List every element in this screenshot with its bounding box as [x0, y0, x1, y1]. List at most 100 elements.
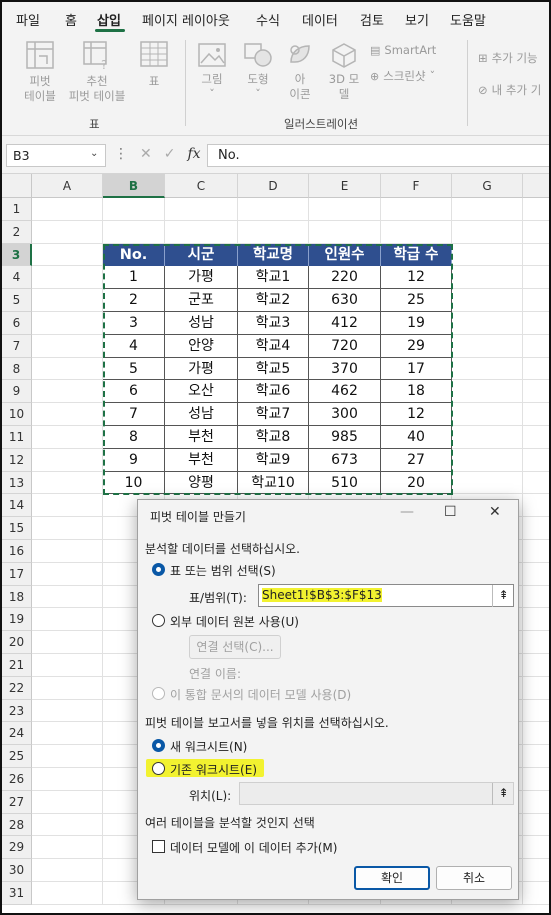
- radio-data-model[interactable]: [152, 687, 165, 700]
- icons-button[interactable]: 아 이콘: [284, 42, 316, 102]
- collapse-range-icon[interactable]: ⇞: [492, 585, 514, 607]
- grid-cell[interactable]: [32, 608, 103, 632]
- my-addins-button[interactable]: ⊘ 내 추가 기: [478, 82, 541, 98]
- row-header[interactable]: 6: [2, 312, 32, 335]
- row-header[interactable]: 8: [2, 357, 32, 381]
- grid-cell[interactable]: [452, 220, 523, 244]
- grid-cell[interactable]: [381, 220, 452, 244]
- menu-page-layout[interactable]: 페이지 레이아웃: [142, 10, 230, 29]
- cancel-icon[interactable]: ✕: [140, 146, 152, 162]
- maximize-icon[interactable]: ☐: [444, 504, 457, 520]
- cancel-button[interactable]: 취소: [436, 866, 512, 890]
- grid-cell[interactable]: [309, 220, 381, 244]
- function-icon[interactable]: fx: [187, 146, 200, 162]
- grid-cell[interactable]: [452, 426, 523, 449]
- grid-cell[interactable]: [452, 380, 523, 404]
- menu-review[interactable]: 검토: [360, 10, 384, 29]
- grid-cell[interactable]: [32, 403, 103, 426]
- grid-cell[interactable]: [103, 220, 165, 244]
- menu-data[interactable]: 데이터: [302, 10, 338, 29]
- grid-cell[interactable]: [523, 221, 549, 244]
- checkbox-add-data-model-label[interactable]: 데이터 모델에 이 데이터 추가(M): [170, 839, 337, 856]
- grid-cell[interactable]: [32, 540, 103, 563]
- picture-button[interactable]: 그림 ˇ: [194, 42, 230, 102]
- row-header[interactable]: 29: [2, 836, 32, 860]
- grid-cell[interactable]: [165, 220, 238, 244]
- radio-new-worksheet-label[interactable]: 새 워크시트(N): [170, 738, 247, 755]
- grid-cell[interactable]: [452, 334, 523, 358]
- row-header[interactable]: 21: [2, 654, 32, 677]
- recommended-pivot-button[interactable]: ? 추천 피벗 테이블: [62, 40, 132, 104]
- grid-cell[interactable]: [452, 289, 523, 312]
- grid-cell[interactable]: [309, 198, 381, 221]
- pivot-table-button[interactable]: 피벗 테이블: [20, 40, 60, 104]
- grid-cell[interactable]: [32, 631, 103, 654]
- grid-cell[interactable]: [452, 312, 523, 335]
- checkbox-add-data-model[interactable]: [152, 840, 165, 853]
- menu-home[interactable]: 홈: [65, 10, 77, 29]
- radio-data-model-label[interactable]: 이 통합 문서의 데이터 모델 사용(D): [170, 686, 351, 703]
- grid-cell[interactable]: [165, 198, 238, 221]
- grid-cell[interactable]: [32, 334, 103, 358]
- row-header[interactable]: 23: [2, 699, 32, 723]
- grid-cell[interactable]: [32, 266, 103, 290]
- grid-cell[interactable]: [523, 494, 549, 518]
- radio-new-worksheet[interactable]: [152, 739, 165, 752]
- grid-cell[interactable]: [523, 859, 549, 882]
- smartart-button[interactable]: ▤ SmartArt: [370, 43, 436, 57]
- close-icon[interactable]: ✕: [489, 504, 501, 520]
- row-header[interactable]: 31: [2, 882, 32, 905]
- radio-table-range-label[interactable]: 표 또는 범위 선택(S): [170, 562, 276, 579]
- grid-cell[interactable]: [452, 243, 523, 267]
- grid-cell[interactable]: [523, 791, 549, 814]
- screenshot-button[interactable]: ⊕ 스크린샷 ˇ: [370, 68, 435, 84]
- grid-cell[interactable]: [32, 220, 103, 244]
- column-header[interactable]: B: [103, 174, 165, 198]
- grid-cell[interactable]: [523, 768, 549, 791]
- grid-cell[interactable]: [523, 586, 549, 609]
- grid-cell[interactable]: [523, 563, 549, 586]
- grid-cell[interactable]: [452, 357, 523, 381]
- grid-cell[interactable]: [523, 882, 549, 905]
- row-header[interactable]: 14: [2, 494, 32, 518]
- grid-cell[interactable]: [523, 608, 549, 632]
- radio-existing-worksheet-label[interactable]: 기존 워크시트(E): [170, 761, 257, 778]
- grid-cell[interactable]: [32, 676, 103, 700]
- grid-cell[interactable]: [32, 745, 103, 768]
- grid-cell[interactable]: [523, 426, 549, 449]
- grid-cell[interactable]: [452, 448, 523, 472]
- menu-help[interactable]: 도움말: [450, 10, 486, 29]
- row-header[interactable]: 5: [2, 289, 32, 312]
- grid-cell[interactable]: [381, 198, 452, 221]
- grid-cell[interactable]: [523, 517, 549, 540]
- grid-cell[interactable]: [523, 244, 549, 267]
- chevron-down-icon[interactable]: ⌄: [90, 148, 98, 159]
- row-header[interactable]: 16: [2, 540, 32, 563]
- grid-cell[interactable]: [32, 813, 103, 837]
- grid-cell[interactable]: [32, 198, 103, 221]
- grid-cell[interactable]: [32, 471, 103, 495]
- grid-cell[interactable]: [32, 654, 103, 677]
- grid-cell[interactable]: [452, 266, 523, 290]
- grid-cell[interactable]: [523, 266, 549, 290]
- grid-cell[interactable]: [238, 220, 309, 244]
- column-header[interactable]: C: [165, 174, 238, 198]
- location-input[interactable]: [239, 782, 514, 805]
- row-header[interactable]: 26: [2, 768, 32, 791]
- grid-cell[interactable]: [32, 699, 103, 723]
- grid-cell[interactable]: [32, 722, 103, 746]
- grid-cell[interactable]: [452, 471, 523, 495]
- grid-cell[interactable]: [523, 814, 549, 837]
- grid-cell[interactable]: [523, 403, 549, 426]
- row-header[interactable]: 10: [2, 403, 32, 426]
- enter-icon[interactable]: ✓: [164, 146, 176, 162]
- grid-cell[interactable]: [32, 768, 103, 791]
- row-header[interactable]: 27: [2, 790, 32, 814]
- grid-cell[interactable]: [523, 631, 549, 654]
- shapes-button[interactable]: 도형 ˇ: [240, 42, 276, 102]
- row-header[interactable]: 12: [2, 448, 32, 472]
- grid-cell[interactable]: [32, 859, 103, 882]
- row-header[interactable]: 20: [2, 631, 32, 654]
- grid-cell[interactable]: [523, 722, 549, 746]
- grid-cell[interactable]: [523, 358, 549, 381]
